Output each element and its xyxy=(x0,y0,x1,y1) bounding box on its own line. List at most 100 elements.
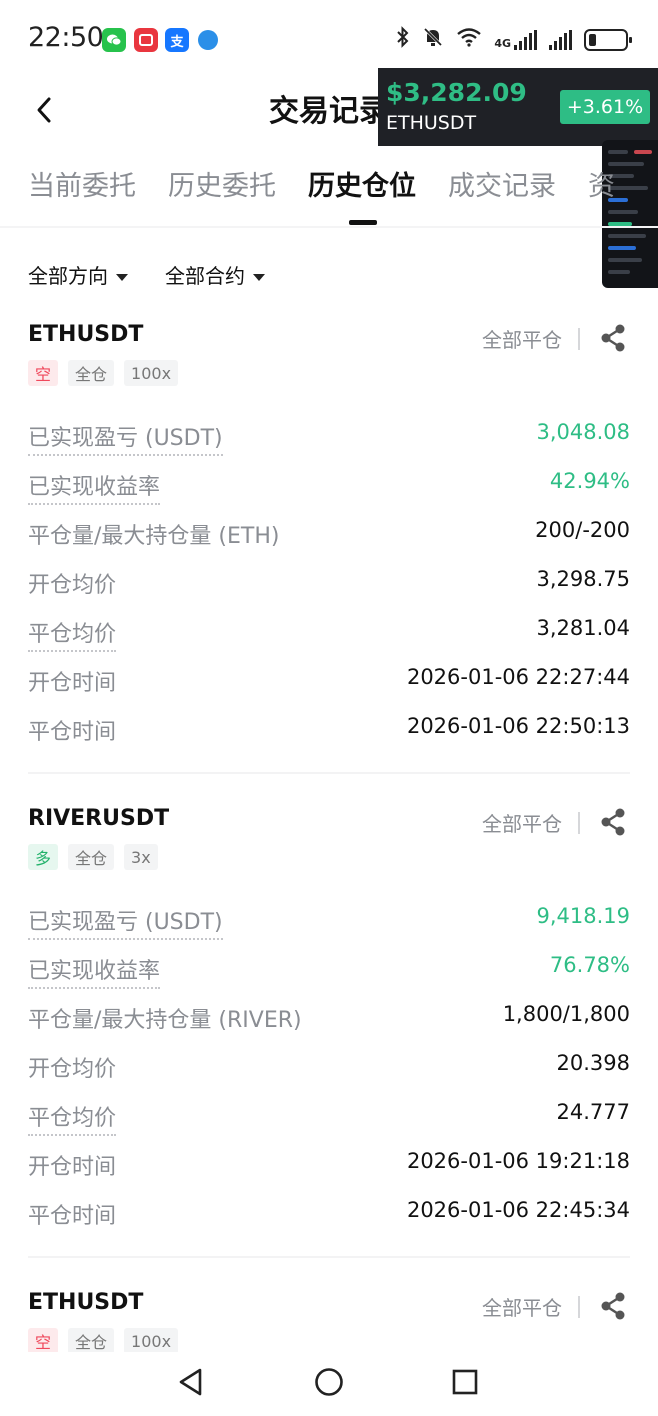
battery-level xyxy=(589,33,596,46)
realized-rate-row: 已实现收益率 42.94% xyxy=(28,469,630,505)
divider xyxy=(578,812,580,834)
open-avg-value: 20.398 xyxy=(556,1051,630,1075)
tab-current-orders[interactable]: 当前委托 xyxy=(28,164,136,203)
status-time: 22:50 xyxy=(28,22,104,53)
close-avg-value: 24.777 xyxy=(556,1100,630,1124)
position-symbol: ETHUSDT xyxy=(28,1290,144,1315)
status-indicators: 4G xyxy=(396,26,632,53)
margin-mode-tag: 全仓 xyxy=(68,360,115,386)
nav-recents-button[interactable] xyxy=(445,1362,485,1402)
tab-position-history[interactable]: 历史仓位 xyxy=(308,164,416,203)
bluetooth-icon xyxy=(396,26,410,53)
open-avg-label: 开仓均价 xyxy=(28,1057,117,1082)
realized-rate-value: 76.78% xyxy=(549,953,630,977)
open-time-row: 开仓时间 2026-01-06 22:27:44 xyxy=(28,665,630,699)
wifi-icon xyxy=(456,27,482,52)
realized-rate-label[interactable]: 已实现收益率 xyxy=(28,953,161,989)
caret-down-icon xyxy=(116,274,128,281)
close-avg-value: 3,281.04 xyxy=(536,616,630,640)
position-symbol: ETHUSDT xyxy=(28,322,144,347)
close-max-qty-row: 平仓量/最大持仓量 (RIVER) 1,800/1,800 xyxy=(28,1002,630,1036)
active-tab-indicator xyxy=(349,220,377,225)
ticker-change-badge: +3.61% xyxy=(560,90,650,124)
cellular-signal-icon xyxy=(514,29,537,50)
close-max-qty-row: 平仓量/最大持仓量 (ETH) 200/-200 xyxy=(28,518,630,552)
close-time-row: 平仓时间 2026-01-06 22:50:13 xyxy=(28,714,630,748)
side-tag: 空 xyxy=(28,1328,59,1352)
realized-rate-row: 已实现收益率 76.78% xyxy=(28,953,630,989)
wechat-icon xyxy=(102,28,126,52)
close-avg-label[interactable]: 平仓均价 xyxy=(28,1100,117,1136)
tab-divider xyxy=(0,226,658,228)
open-avg-label: 开仓均价 xyxy=(28,573,117,598)
close-max-qty-value: 1,800/1,800 xyxy=(502,1002,630,1026)
home-circle-icon xyxy=(315,1368,343,1396)
position-card: RIVERUSDT 全部平仓 多 全仓 3x 已实现盈亏 (USDT) 9,41… xyxy=(0,806,658,1256)
close-all-button[interactable]: 全部平仓 xyxy=(482,808,562,837)
recents-square-icon xyxy=(452,1369,478,1395)
realized-pnl-value: 3,048.08 xyxy=(536,420,630,444)
back-triangle-icon xyxy=(179,1368,202,1396)
caret-down-icon xyxy=(253,274,265,281)
share-button[interactable] xyxy=(598,1290,628,1322)
open-time-row: 开仓时间 2026-01-06 19:21:18 xyxy=(28,1149,630,1183)
card-divider xyxy=(28,772,630,774)
close-avg-row: 平仓均价 24.777 xyxy=(28,1100,630,1136)
realized-pnl-row: 已实现盈亏 (USDT) 3,048.08 xyxy=(28,420,630,456)
share-button[interactable] xyxy=(598,322,628,354)
share-button[interactable] xyxy=(598,806,628,838)
open-avg-row: 开仓均价 3,298.75 xyxy=(28,567,630,601)
tab-funds[interactable]: 资 xyxy=(588,164,615,203)
open-time-value: 2026-01-06 19:21:18 xyxy=(406,1149,630,1173)
open-avg-row: 开仓均价 20.398 xyxy=(28,1051,630,1085)
position-tags: 空 全仓 100x xyxy=(28,360,179,388)
share-icon xyxy=(601,808,625,836)
network-label: 4G xyxy=(494,36,511,50)
close-max-qty-label: 平仓量/最大持仓量 (ETH) xyxy=(28,524,280,549)
direction-filter-dropdown[interactable]: 全部方向 xyxy=(28,260,128,289)
tab-trade-records[interactable]: 成交记录 xyxy=(448,164,556,203)
filter-bar: 全部方向 全部合约 xyxy=(0,250,658,294)
mute-bell-icon xyxy=(422,26,444,53)
open-time-label: 开仓时间 xyxy=(28,671,117,696)
floating-price-ticker[interactable]: $3,282.09 ETHUSDT +3.61% xyxy=(378,68,658,146)
close-max-qty-label: 平仓量/最大持仓量 (RIVER) xyxy=(28,1008,302,1033)
browser-icon xyxy=(198,30,218,50)
tab-order-history[interactable]: 历史委托 xyxy=(168,164,276,203)
close-avg-row: 平仓均价 3,281.04 xyxy=(28,616,630,652)
nav-back-button[interactable] xyxy=(170,1362,210,1402)
tab-bar: 当前委托 历史委托 历史仓位 成交记录 资 xyxy=(0,164,658,228)
close-time-value: 2026-01-06 22:45:34 xyxy=(406,1198,630,1222)
red-app-icon xyxy=(134,28,158,52)
cellular-signal-4g: 4G xyxy=(494,29,537,50)
close-time-row: 平仓时间 2026-01-06 22:45:34 xyxy=(28,1198,630,1232)
close-avg-label[interactable]: 平仓均价 xyxy=(28,616,117,652)
close-all-button[interactable]: 全部平仓 xyxy=(482,324,562,353)
battery-icon xyxy=(584,28,632,51)
realized-pnl-value: 9,418.19 xyxy=(536,904,630,928)
realized-pnl-label[interactable]: 已实现盈亏 (USDT) xyxy=(28,904,223,940)
contract-filter-label: 全部合约 xyxy=(165,264,245,288)
nav-home-button[interactable] xyxy=(309,1362,349,1402)
realized-pnl-row: 已实现盈亏 (USDT) 9,418.19 xyxy=(28,904,630,940)
position-symbol: RIVERUSDT xyxy=(28,806,170,831)
leverage-tag: 100x xyxy=(124,1328,179,1352)
realized-pnl-label[interactable]: 已实现盈亏 (USDT) xyxy=(28,420,223,456)
divider xyxy=(578,328,580,350)
divider xyxy=(578,1296,580,1318)
contract-filter-dropdown[interactable]: 全部合约 xyxy=(165,260,265,289)
position-tags: 多 全仓 3x xyxy=(28,844,158,872)
side-tag: 多 xyxy=(28,844,59,870)
close-all-button[interactable]: 全部平仓 xyxy=(482,1292,562,1321)
ticker-symbol: ETHUSDT xyxy=(386,112,477,134)
position-card: ETHUSDT 全部平仓 空 全仓 100x 已实现盈亏 (USDT) 3,04… xyxy=(0,322,658,772)
open-avg-value: 3,298.75 xyxy=(536,567,630,591)
cellular-signal-icon-2 xyxy=(549,29,572,50)
close-time-label: 平仓时间 xyxy=(28,1204,117,1229)
system-nav-bar xyxy=(0,1352,658,1416)
close-time-value: 2026-01-06 22:50:13 xyxy=(406,714,630,738)
realized-rate-label[interactable]: 已实现收益率 xyxy=(28,469,161,505)
open-time-label: 开仓时间 xyxy=(28,1155,117,1180)
leverage-tag: 100x xyxy=(124,360,179,386)
position-tags: 空 全仓 100x xyxy=(28,1328,179,1352)
